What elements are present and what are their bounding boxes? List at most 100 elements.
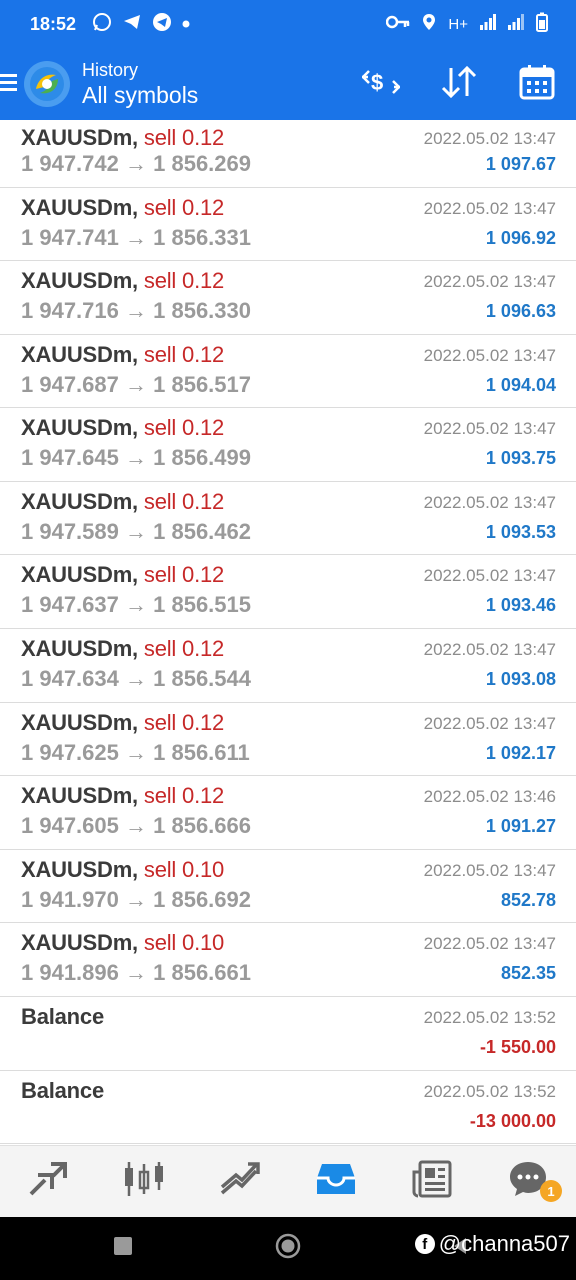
close-price: 1 856.666 (153, 813, 251, 839)
header-title[interactable]: All symbols (82, 81, 198, 109)
open-price: 1 941.970 (21, 886, 119, 912)
close-price: 1 856.515 (153, 592, 251, 618)
status-time: 18:52 (30, 13, 77, 34)
arrow-icon: → (125, 813, 147, 839)
trade-profit: 1 097.67 (485, 154, 556, 174)
tab-quotes[interactable] (0, 1146, 96, 1217)
arrow-icon: → (125, 739, 147, 765)
trade-date: 2022.05.02 13:47 (423, 129, 556, 148)
trade-side: sell 0.10 (143, 930, 225, 956)
history-row[interactable]: XAUUSDm, sell 0.12 1 947.637 → 1 856.515… (0, 555, 576, 630)
history-row[interactable]: XAUUSDm, sell 0.12 1 947.742 → 1 856.269… (0, 120, 576, 188)
trade-profit: 1 091.27 (485, 816, 556, 837)
close-price: 1 856.611 (153, 739, 250, 765)
close-price: 1 856.330 (153, 298, 251, 324)
trade-side: sell 0.12 (143, 268, 225, 294)
arrow-icon: → (125, 886, 147, 912)
status-bar: 18:52 H+ (0, 0, 576, 48)
calendar-button[interactable] (498, 48, 576, 120)
arrow-icon: → (125, 960, 147, 986)
arrow-icon: → (125, 224, 147, 250)
trade-date: 2022.05.02 13:47 (423, 640, 556, 660)
open-price: 1 947.716 (21, 298, 119, 324)
watermark-text: @channa507 (438, 1231, 570, 1256)
symbol-label: XAUUSDm, (21, 125, 138, 150)
tab-chart[interactable] (96, 1146, 192, 1217)
home-button[interactable] (264, 1217, 312, 1280)
trade-side: sell 0.12 (143, 783, 225, 809)
arrow-icon: → (125, 592, 147, 618)
facebook-icon: f (414, 1234, 435, 1254)
history-row[interactable]: XAUUSDm, sell 0.12 1 947.687 → 1 856.517… (0, 335, 576, 409)
close-price: 1 856.499 (153, 445, 251, 471)
header-actions: $ (342, 48, 576, 120)
calendar-icon (519, 64, 555, 105)
watermark: f @channa507 (414, 1231, 570, 1257)
close-price: 1 856.331 (153, 224, 251, 250)
trade-profit: 1 094.04 (485, 374, 556, 395)
close-price: 1 856.544 (153, 666, 251, 692)
history-row[interactable]: XAUUSDm, sell 0.12 1 947.645 → 1 856.499… (0, 408, 576, 482)
tab-history[interactable] (288, 1146, 384, 1217)
key-icon (386, 15, 410, 33)
open-price: 1 947.741 (21, 224, 119, 250)
metatrader-logo (24, 61, 70, 107)
close-price: 1 856.692 (153, 886, 251, 912)
history-row[interactable]: XAUUSDm, sell 0.12 1 947.589 → 1 856.462… (0, 482, 576, 556)
history-row[interactable]: XAUUSDm, sell 0.12 1 947.605 → 1 856.666… (0, 776, 576, 850)
open-price: 1 947.625 (21, 739, 119, 765)
trade-profit: 1 096.63 (485, 301, 556, 322)
header-titles: History All symbols (82, 59, 198, 109)
open-price: 1 941.896 (21, 960, 119, 986)
status-system-icons: H+ (386, 12, 548, 36)
whatsapp-icon (92, 12, 112, 37)
history-list: XAUUSDm, sell 0.12 1 947.742 → 1 856.269… (0, 120, 576, 1145)
trade-date: 2022.05.02 13:47 (423, 566, 556, 586)
signal-icon (480, 14, 496, 34)
tab-trade[interactable] (192, 1146, 288, 1217)
trade-profit: 852.35 (500, 963, 556, 984)
history-row[interactable]: XAUUSDm, sell 0.10 1 941.970 → 1 856.692… (0, 850, 576, 924)
trade-date: 2022.05.02 13:47 (423, 419, 556, 439)
app-root: 18:52 H+ History All symbols $ XAUUSDm, … (0, 0, 576, 1280)
quotes-icon (28, 1161, 68, 1202)
history-row[interactable]: XAUUSDm, sell 0.12 1 947.741 → 1 856.331… (0, 188, 576, 262)
trade-profit: 1 093.75 (485, 448, 556, 469)
currency-exchange-button[interactable]: $ (342, 48, 420, 120)
symbol-label: XAUUSDm, (21, 930, 138, 956)
history-row[interactable]: XAUUSDm, sell 0.12 1 947.625 → 1 856.611… (0, 703, 576, 777)
dot-icon (182, 15, 190, 33)
sort-button[interactable] (420, 48, 498, 120)
trade-date: 2022.05.02 13:47 (423, 934, 556, 954)
trade-profit: 1 093.46 (485, 595, 556, 616)
arrow-icon: → (125, 518, 147, 544)
tab-news[interactable] (384, 1146, 480, 1217)
signal-icon-2 (508, 14, 524, 34)
arrow-icon: → (125, 151, 147, 176)
recents-button[interactable] (100, 1217, 146, 1280)
header-subtitle: History (82, 60, 139, 80)
history-row[interactable]: XAUUSDm, sell 0.12 1 947.634 → 1 856.544… (0, 629, 576, 703)
arrow-icon: → (125, 445, 147, 471)
open-price: 1 947.589 (21, 518, 119, 544)
arrow-icon: → (125, 298, 147, 324)
chart-icon (123, 1160, 165, 1203)
symbol-label: XAUUSDm, (21, 194, 138, 220)
trade-side: sell 0.12 (143, 709, 225, 735)
trade-date: 2022.05.02 13:47 (423, 860, 556, 880)
trade-profit: 1 093.08 (485, 669, 556, 690)
trade-profit: 1 093.53 (485, 521, 556, 542)
balance-date: 2022.05.02 13:52 (423, 1008, 556, 1028)
symbol-label: XAUUSDm, (21, 856, 138, 882)
balance-row[interactable]: Balance 2022.05.02 13:52 -13 000.00 (0, 1071, 576, 1145)
balance-row[interactable]: Balance 2022.05.02 13:52 -1 550.00 (0, 997, 576, 1071)
history-row[interactable]: XAUUSDm, sell 0.12 1 947.716 → 1 856.330… (0, 261, 576, 335)
close-price: 1 856.661 (153, 960, 251, 986)
recents-icon (113, 1236, 133, 1261)
balance-label: Balance (21, 1077, 104, 1103)
history-row[interactable]: XAUUSDm, sell 0.10 1 941.896 → 1 856.661… (0, 923, 576, 998)
menu-button[interactable] (0, 48, 20, 120)
telegram-icon (122, 12, 142, 37)
tab-chat[interactable]: 1 (480, 1146, 576, 1217)
home-icon (275, 1233, 301, 1264)
